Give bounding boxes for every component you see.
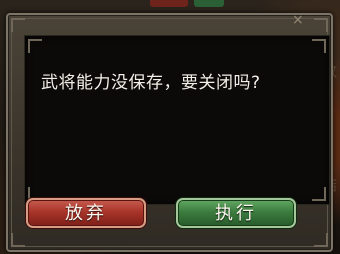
dialog-message: 武将能力没保存，要关闭吗? [41,73,261,93]
execute-button[interactable]: 执行 [176,198,296,228]
panel-corner [28,39,42,53]
discard-button-label: 放弃 [65,203,107,224]
frame-corner [11,18,25,32]
background-tab-red [150,0,188,7]
close-icon[interactable]: × [292,13,304,27]
background-tab-green [194,0,224,7]
message-panel: 武将能力没保存，要关闭吗? [24,35,330,205]
frame-corner [11,233,25,247]
execute-button-label: 执行 [215,203,257,224]
discard-button[interactable]: 放弃 [26,198,146,228]
panel-corner [312,39,326,53]
frame-corner [314,18,328,32]
frame-corner [314,233,328,247]
panel-corner [312,187,326,201]
